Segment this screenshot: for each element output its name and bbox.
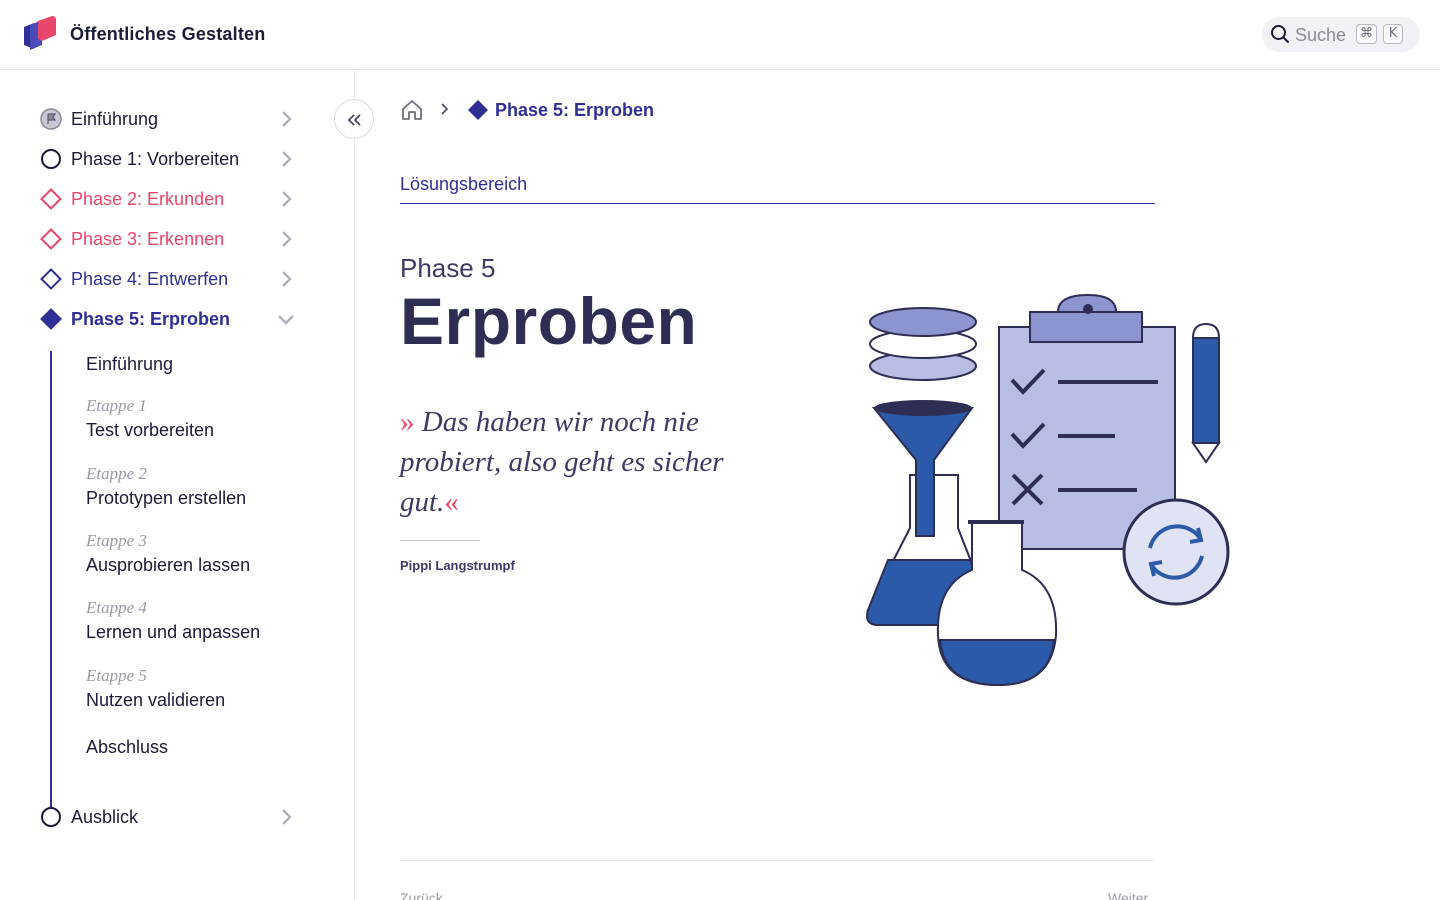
sidebar-item-phase-3[interactable]: Phase 3: Erkennen bbox=[0, 223, 310, 253]
sub-item-name: Lernen und anpassen bbox=[86, 622, 261, 642]
section-divider bbox=[400, 203, 1155, 204]
circle-icon bbox=[41, 149, 61, 169]
breadcrumb: Phase 5: Erproben bbox=[400, 97, 800, 125]
next-page-link[interactable]: Weiter bbox=[1108, 890, 1148, 900]
sidebar-item-phase-5[interactable]: Phase 5: Erproben bbox=[0, 303, 310, 333]
page-title: Erproben bbox=[400, 284, 698, 358]
quote-open-mark: » bbox=[400, 406, 415, 438]
sub-item-etappe-1[interactable]: Etappe 1 Test vorbereiten bbox=[86, 396, 306, 441]
shortcut-mod-key: ⌘ bbox=[1356, 24, 1377, 44]
chevron-right-icon bbox=[441, 103, 449, 115]
circle-icon bbox=[41, 807, 61, 827]
chevron-right-icon[interactable] bbox=[276, 149, 296, 169]
pencil-icon bbox=[1191, 322, 1221, 464]
sidebar-nav: Einführung Phase 1: Vorbereiten Phase 2:… bbox=[0, 71, 355, 900]
experiment-illustration bbox=[866, 293, 1230, 687]
flag-icon bbox=[40, 108, 62, 130]
quote-close-mark: « bbox=[444, 486, 459, 518]
chevron-right-icon[interactable] bbox=[276, 807, 296, 827]
sub-item-abschluss[interactable]: Abschluss bbox=[86, 737, 306, 758]
chevron-right-icon[interactable] bbox=[276, 109, 296, 129]
chevron-right-icon[interactable] bbox=[276, 269, 296, 289]
sidebar-item-phase-2[interactable]: Phase 2: Erkunden bbox=[0, 183, 310, 213]
sub-item-etappe-4[interactable]: Etappe 4 Lernen und anpassen bbox=[86, 598, 306, 643]
quote-divider bbox=[400, 540, 480, 541]
sub-item-name: Einführung bbox=[86, 354, 174, 374]
sidebar-item-label: Phase 3: Erkennen bbox=[71, 229, 225, 249]
home-icon[interactable] bbox=[400, 98, 424, 122]
diamond-outline-icon bbox=[40, 268, 62, 290]
sidebar-item-label: Phase 4: Entwerfen bbox=[71, 269, 229, 289]
top-header: Öffentliches Gestalten Suche ⌘ K bbox=[0, 0, 1440, 70]
diamond-filled-icon bbox=[40, 308, 62, 330]
timeline-line bbox=[50, 351, 52, 811]
sub-item-einfuehrung[interactable]: Einführung bbox=[86, 354, 306, 375]
sub-item-name: Abschluss bbox=[86, 737, 169, 757]
sub-item-etappe: Etappe 5 bbox=[86, 666, 147, 685]
prev-page-link[interactable]: Zurück bbox=[400, 890, 443, 900]
section-label: Lösungsbereich bbox=[400, 174, 528, 194]
sidebar-item-label: Einführung bbox=[71, 109, 159, 129]
sidebar-item-einfuehrung[interactable]: Einführung bbox=[0, 103, 310, 133]
sidebar-item-phase-1[interactable]: Phase 1: Vorbereiten bbox=[0, 143, 310, 173]
site-logo[interactable] bbox=[22, 15, 58, 53]
sub-item-etappe: Etappe 4 bbox=[86, 598, 147, 617]
sidebar-item-label: Phase 5: Erproben bbox=[71, 309, 231, 329]
refresh-icon bbox=[1122, 498, 1230, 606]
sidebar-item-phase-4[interactable]: Phase 4: Entwerfen bbox=[0, 263, 310, 293]
stacked-discs-icon bbox=[869, 307, 977, 381]
search-button[interactable]: Suche ⌘ K bbox=[1262, 17, 1420, 52]
phase-kicker: Phase 5 bbox=[400, 253, 496, 283]
sidebar-item-ausblick[interactable]: Ausblick bbox=[0, 801, 310, 831]
shortcut-k-key: K bbox=[1383, 24, 1403, 44]
sub-item-etappe: Etappe 1 bbox=[86, 396, 147, 415]
diamond-outline-icon bbox=[40, 188, 62, 210]
sub-item-etappe-2[interactable]: Etappe 2 Prototypen erstellen bbox=[86, 464, 306, 509]
sub-item-etappe: Etappe 2 bbox=[86, 464, 147, 483]
chevron-right-icon[interactable] bbox=[276, 189, 296, 209]
sidebar-item-label: Phase 1: Vorbereiten bbox=[71, 149, 240, 169]
sub-item-name: Ausprobieren lassen bbox=[86, 555, 251, 575]
sub-item-name: Test vorbereiten bbox=[86, 420, 215, 440]
sidebar-item-label: Ausblick bbox=[71, 807, 139, 827]
search-icon bbox=[1271, 25, 1289, 43]
quote-block: » Das haben wir noch nie probiert, also … bbox=[400, 402, 780, 522]
search-label: Suche bbox=[1295, 25, 1347, 45]
site-title[interactable]: Öffentliches Gestalten bbox=[70, 24, 265, 45]
breadcrumb-current[interactable]: Phase 5: Erproben bbox=[495, 100, 654, 121]
chevron-right-icon[interactable] bbox=[276, 229, 296, 249]
sidebar-item-label: Phase 2: Erkunden bbox=[71, 189, 225, 209]
sub-item-name: Nutzen validieren bbox=[86, 690, 226, 710]
double-chevron-left-icon bbox=[347, 114, 361, 126]
chevron-down-icon[interactable] bbox=[276, 309, 296, 329]
sub-item-etappe-5[interactable]: Etappe 5 Nutzen validieren bbox=[86, 666, 306, 711]
sub-item-etappe: Etappe 3 bbox=[86, 531, 147, 550]
diamond-outline-icon bbox=[40, 228, 62, 250]
diamond-filled-icon bbox=[468, 100, 488, 120]
sub-item-name: Prototypen erstellen bbox=[86, 488, 247, 508]
sub-item-etappe-3[interactable]: Etappe 3 Ausprobieren lassen bbox=[86, 531, 306, 576]
footer-divider bbox=[400, 860, 1155, 861]
collapse-sidebar-button[interactable] bbox=[334, 99, 374, 139]
quote-author: Pippi Langstrumpf bbox=[400, 558, 515, 573]
